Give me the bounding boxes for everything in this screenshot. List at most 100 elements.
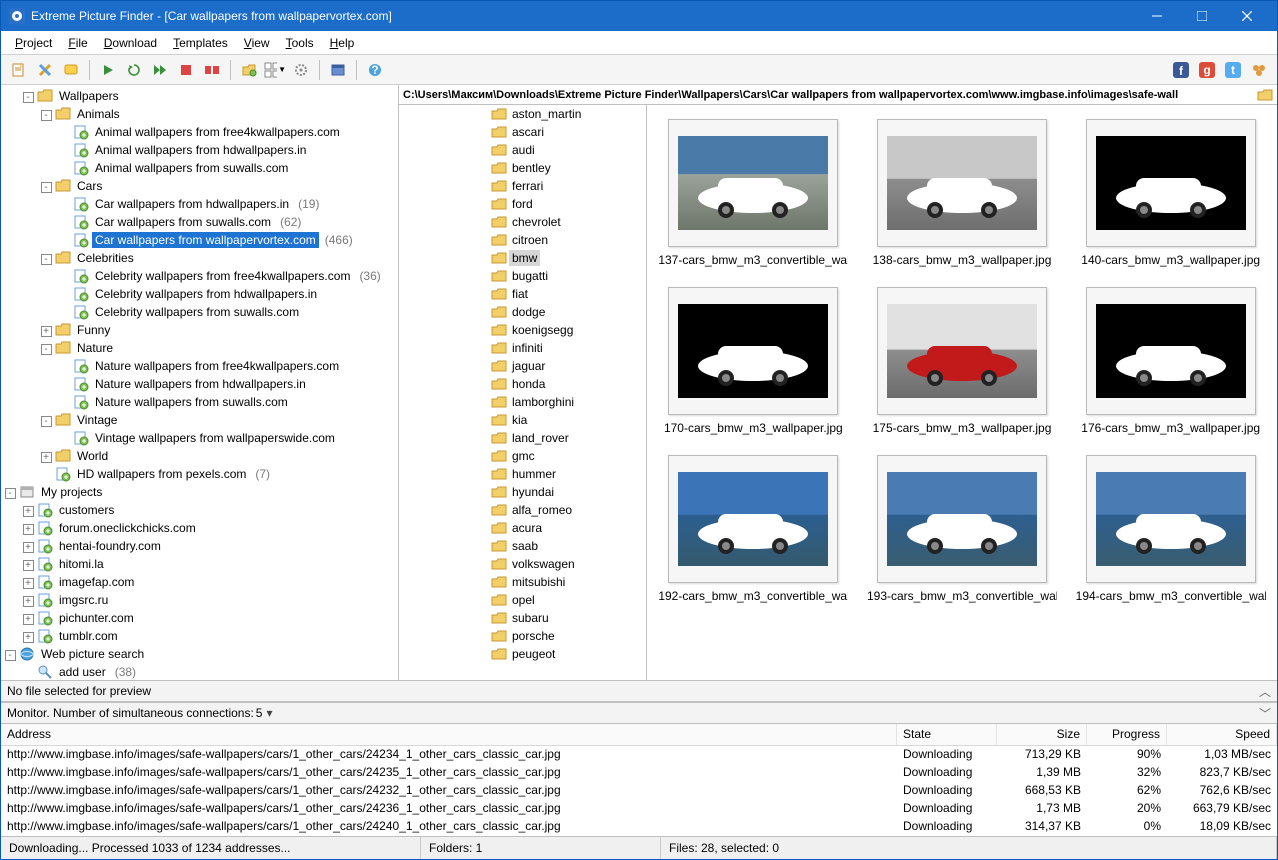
- explorer-button[interactable]: [237, 58, 261, 82]
- expand-toggle[interactable]: +: [23, 578, 34, 589]
- expand-toggle[interactable]: -: [41, 110, 52, 121]
- help-button[interactable]: ?: [363, 58, 387, 82]
- restart-button[interactable]: [122, 58, 146, 82]
- expand-toggle[interactable]: +: [23, 542, 34, 553]
- folder-item[interactable]: kia: [399, 411, 646, 429]
- tree-item[interactable]: +forum.oneclickchicks.com: [1, 519, 398, 537]
- tree-item[interactable]: -Cars: [1, 177, 398, 195]
- tree-item[interactable]: -Wallpapers: [1, 87, 398, 105]
- expand-toggle[interactable]: -: [41, 344, 52, 355]
- settings-button[interactable]: [33, 58, 57, 82]
- twitter-icon[interactable]: t: [1221, 58, 1245, 82]
- folder-item[interactable]: lamborghini: [399, 393, 646, 411]
- expand-toggle[interactable]: +: [23, 560, 34, 571]
- download-row[interactable]: http://www.imgbase.info/images/safe-wall…: [1, 818, 1277, 836]
- tree-item[interactable]: Car wallpapers from wallpapervortex.com(…: [1, 231, 398, 249]
- project-tree[interactable]: -Wallpapers-Animals Animal wallpapers fro…: [1, 85, 399, 680]
- tree-item[interactable]: -Celebrities: [1, 249, 398, 267]
- col-address[interactable]: Address: [1, 724, 897, 745]
- maximize-button[interactable]: [1179, 1, 1224, 31]
- menu-file[interactable]: File: [60, 33, 95, 53]
- tree-item[interactable]: Animal wallpapers from hdwallpapers.in: [1, 141, 398, 159]
- start-all-button[interactable]: [148, 58, 172, 82]
- tree-item[interactable]: Celebrity wallpapers from hdwallpapers.i…: [1, 285, 398, 303]
- folder-item[interactable]: ferrari: [399, 177, 646, 195]
- tree-item[interactable]: +customers: [1, 501, 398, 519]
- menu-help[interactable]: Help: [322, 33, 363, 53]
- tree-item[interactable]: +Funny: [1, 321, 398, 339]
- database-button[interactable]: [326, 58, 350, 82]
- folder-item[interactable]: jaguar: [399, 357, 646, 375]
- tree-item[interactable]: +hitomi.la: [1, 555, 398, 573]
- tree-item[interactable]: Animal wallpapers from suwalls.com: [1, 159, 398, 177]
- folder-item[interactable]: saab: [399, 537, 646, 555]
- folder-item[interactable]: chevrolet: [399, 213, 646, 231]
- folder-item[interactable]: ascari: [399, 123, 646, 141]
- monitor-bar[interactable]: Monitor. Number of simultaneous connecti…: [1, 702, 1277, 724]
- download-row[interactable]: http://www.imgbase.info/images/safe-wall…: [1, 746, 1277, 764]
- folder-item[interactable]: ford: [399, 195, 646, 213]
- close-button[interactable]: [1224, 1, 1269, 31]
- minimize-button[interactable]: [1134, 1, 1179, 31]
- folder-item[interactable]: honda: [399, 375, 646, 393]
- options-button[interactable]: [289, 58, 313, 82]
- tree-item[interactable]: -Nature: [1, 339, 398, 357]
- folder-item[interactable]: aston_martin: [399, 105, 646, 123]
- folder-item[interactable]: hyundai: [399, 483, 646, 501]
- thumbnails-button[interactable]: ▼: [263, 58, 287, 82]
- menu-project[interactable]: Project: [7, 33, 60, 53]
- folder-item[interactable]: land_rover: [399, 429, 646, 447]
- expand-toggle[interactable]: -: [41, 254, 52, 265]
- folder-item[interactable]: mitsubishi: [399, 573, 646, 591]
- new-project-button[interactable]: [7, 58, 31, 82]
- thumbnail[interactable]: 175-cars_bmw_m3_wallpaper.jpg: [866, 287, 1059, 435]
- download-row[interactable]: http://www.imgbase.info/images/safe-wall…: [1, 782, 1277, 800]
- tree-item[interactable]: Nature wallpapers from hdwallpapers.in: [1, 375, 398, 393]
- folder-item[interactable]: infiniti: [399, 339, 646, 357]
- notes-button[interactable]: [59, 58, 83, 82]
- expand-toggle[interactable]: -: [5, 650, 16, 661]
- col-state[interactable]: State: [897, 724, 997, 745]
- menu-view[interactable]: View: [236, 33, 278, 53]
- tree-item[interactable]: Car wallpapers from hdwallpapers.in(19): [1, 195, 398, 213]
- folder-item[interactable]: gmc: [399, 447, 646, 465]
- tree-item[interactable]: -Vintage: [1, 411, 398, 429]
- folder-item[interactable]: bmw: [399, 249, 646, 267]
- thumbnail-grid[interactable]: 137-cars_bmw_m3_convertible_wallp...138-…: [647, 105, 1277, 680]
- tree-item[interactable]: Nature wallpapers from free4kwallpapers.…: [1, 357, 398, 375]
- tree-item[interactable]: Celebrity wallpapers from free4kwallpape…: [1, 267, 398, 285]
- expand-toggle[interactable]: +: [23, 632, 34, 643]
- facebook-icon[interactable]: f: [1169, 58, 1193, 82]
- folder-item[interactable]: fiat: [399, 285, 646, 303]
- community-icon[interactable]: [1247, 58, 1271, 82]
- tree-item[interactable]: +imagefap.com: [1, 573, 398, 591]
- thumbnail[interactable]: 176-cars_bmw_m3_wallpaper.jpg: [1074, 287, 1267, 435]
- download-row[interactable]: http://www.imgbase.info/images/safe-wall…: [1, 764, 1277, 782]
- expand-toggle[interactable]: -: [41, 416, 52, 427]
- folder-item[interactable]: opel: [399, 591, 646, 609]
- google-icon[interactable]: g: [1195, 58, 1219, 82]
- folder-item[interactable]: dodge: [399, 303, 646, 321]
- tree-item[interactable]: -Web picture search: [1, 645, 398, 663]
- tree-item[interactable]: +imgsrc.ru: [1, 591, 398, 609]
- chevron-up-icon[interactable]: ︿: [1259, 683, 1271, 700]
- folder-item[interactable]: hummer: [399, 465, 646, 483]
- start-button[interactable]: [96, 58, 120, 82]
- menu-download[interactable]: Download: [96, 33, 165, 53]
- tree-item[interactable]: add user(38): [1, 663, 398, 680]
- download-header[interactable]: Address State Size Progress Speed: [1, 724, 1277, 746]
- col-speed[interactable]: Speed: [1167, 724, 1277, 745]
- col-progress[interactable]: Progress: [1087, 724, 1167, 745]
- folder-item[interactable]: peugeot: [399, 645, 646, 663]
- folder-item[interactable]: koenigsegg: [399, 321, 646, 339]
- stop-button[interactable]: [174, 58, 198, 82]
- folder-item[interactable]: audi: [399, 141, 646, 159]
- expand-toggle[interactable]: -: [23, 92, 34, 103]
- tree-item[interactable]: -Animals: [1, 105, 398, 123]
- tree-item[interactable]: +World: [1, 447, 398, 465]
- tree-item[interactable]: Nature wallpapers from suwalls.com: [1, 393, 398, 411]
- tree-item[interactable]: Vintage wallpapers from wallpaperswide.c…: [1, 429, 398, 447]
- thumbnail[interactable]: 137-cars_bmw_m3_convertible_wallp...: [657, 119, 850, 267]
- folder-item[interactable]: bugatti: [399, 267, 646, 285]
- download-row[interactable]: http://www.imgbase.info/images/safe-wall…: [1, 800, 1277, 818]
